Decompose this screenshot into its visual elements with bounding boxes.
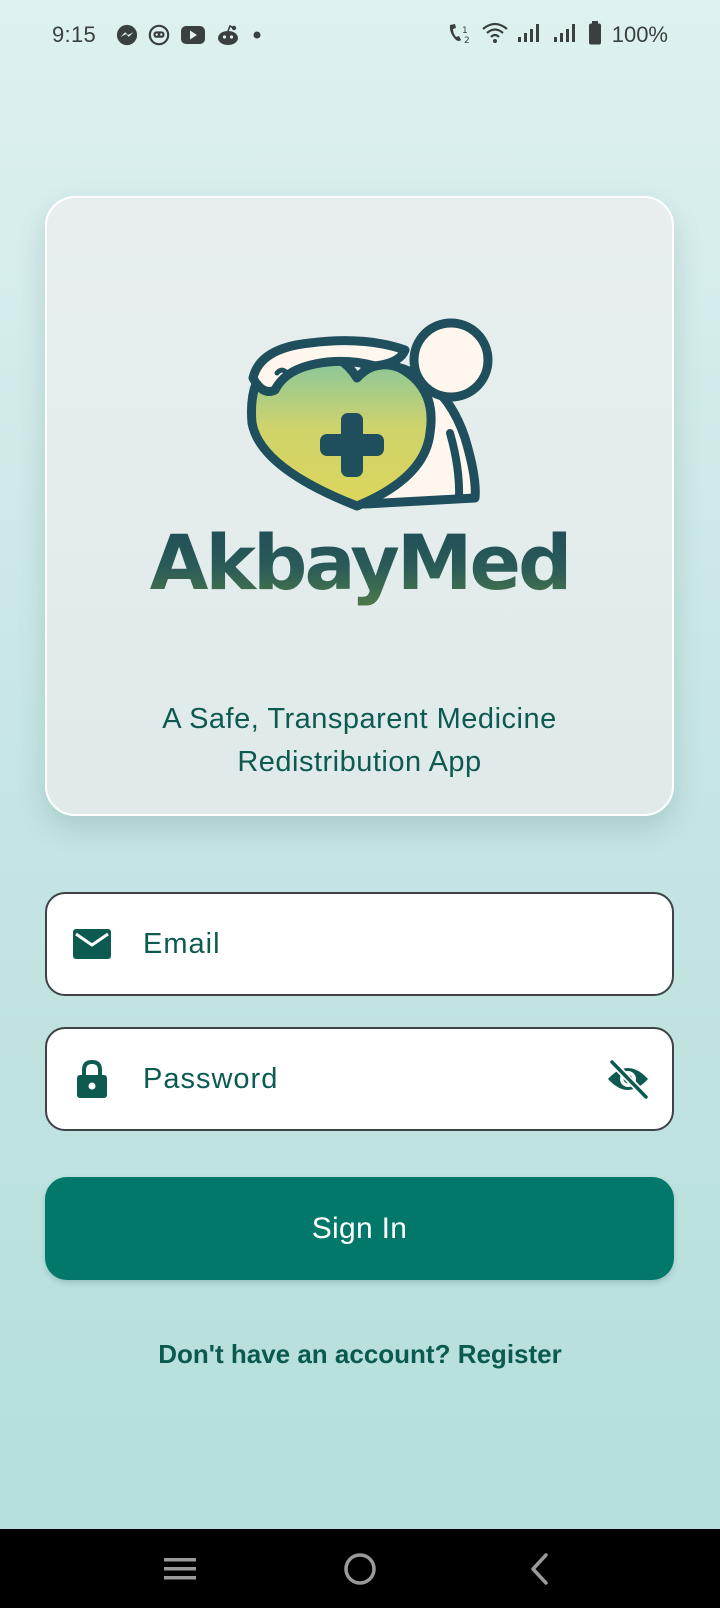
signal-icon [516,22,544,49]
messenger-icon [116,24,138,46]
youtube-icon [180,24,206,46]
visibility-off-icon[interactable] [604,1055,652,1103]
wifi-icon [482,22,508,49]
navigation-bar [0,1529,720,1608]
tagline-line: A Safe, Transparent Medicine [162,703,557,735]
svg-text:2: 2 [464,36,470,45]
back-icon[interactable] [510,1539,570,1599]
reddit-icon [216,24,240,46]
password-input[interactable] [141,1048,604,1110]
brand-name: AkbayMed [47,518,672,607]
signal-icon [552,22,580,49]
password-field[interactable] [45,1027,674,1131]
tagline: A Safe, Transparent Medicine Redistribut… [87,698,632,784]
system-status-icons: 12 100% [446,20,668,50]
bot-icon [148,24,170,46]
logo-card: AkbayMed A Safe, Transparent Medicine Re… [45,196,674,816]
status-bar: 9:15 12 100% [0,0,720,70]
email-input[interactable] [141,913,672,975]
akbaymed-logo-icon [215,318,515,523]
home-icon[interactable] [330,1539,390,1599]
register-link[interactable]: Don't have an account? Register [0,1339,720,1370]
email-field[interactable] [45,892,674,996]
tagline-line: Redistribution App [237,746,482,778]
wifi-calling-icon: 12 [446,21,474,50]
dot-icon [250,24,264,46]
sign-in-button[interactable]: Sign In [45,1177,674,1280]
notification-icons [116,24,264,46]
battery-percent: 100% [611,22,668,47]
lock-icon [71,1058,113,1100]
menu-icon[interactable] [150,1539,210,1599]
svg-text:1: 1 [462,26,468,36]
battery-icon [588,20,602,50]
status-time: 9:15 [52,22,97,47]
mail-icon [71,923,113,965]
